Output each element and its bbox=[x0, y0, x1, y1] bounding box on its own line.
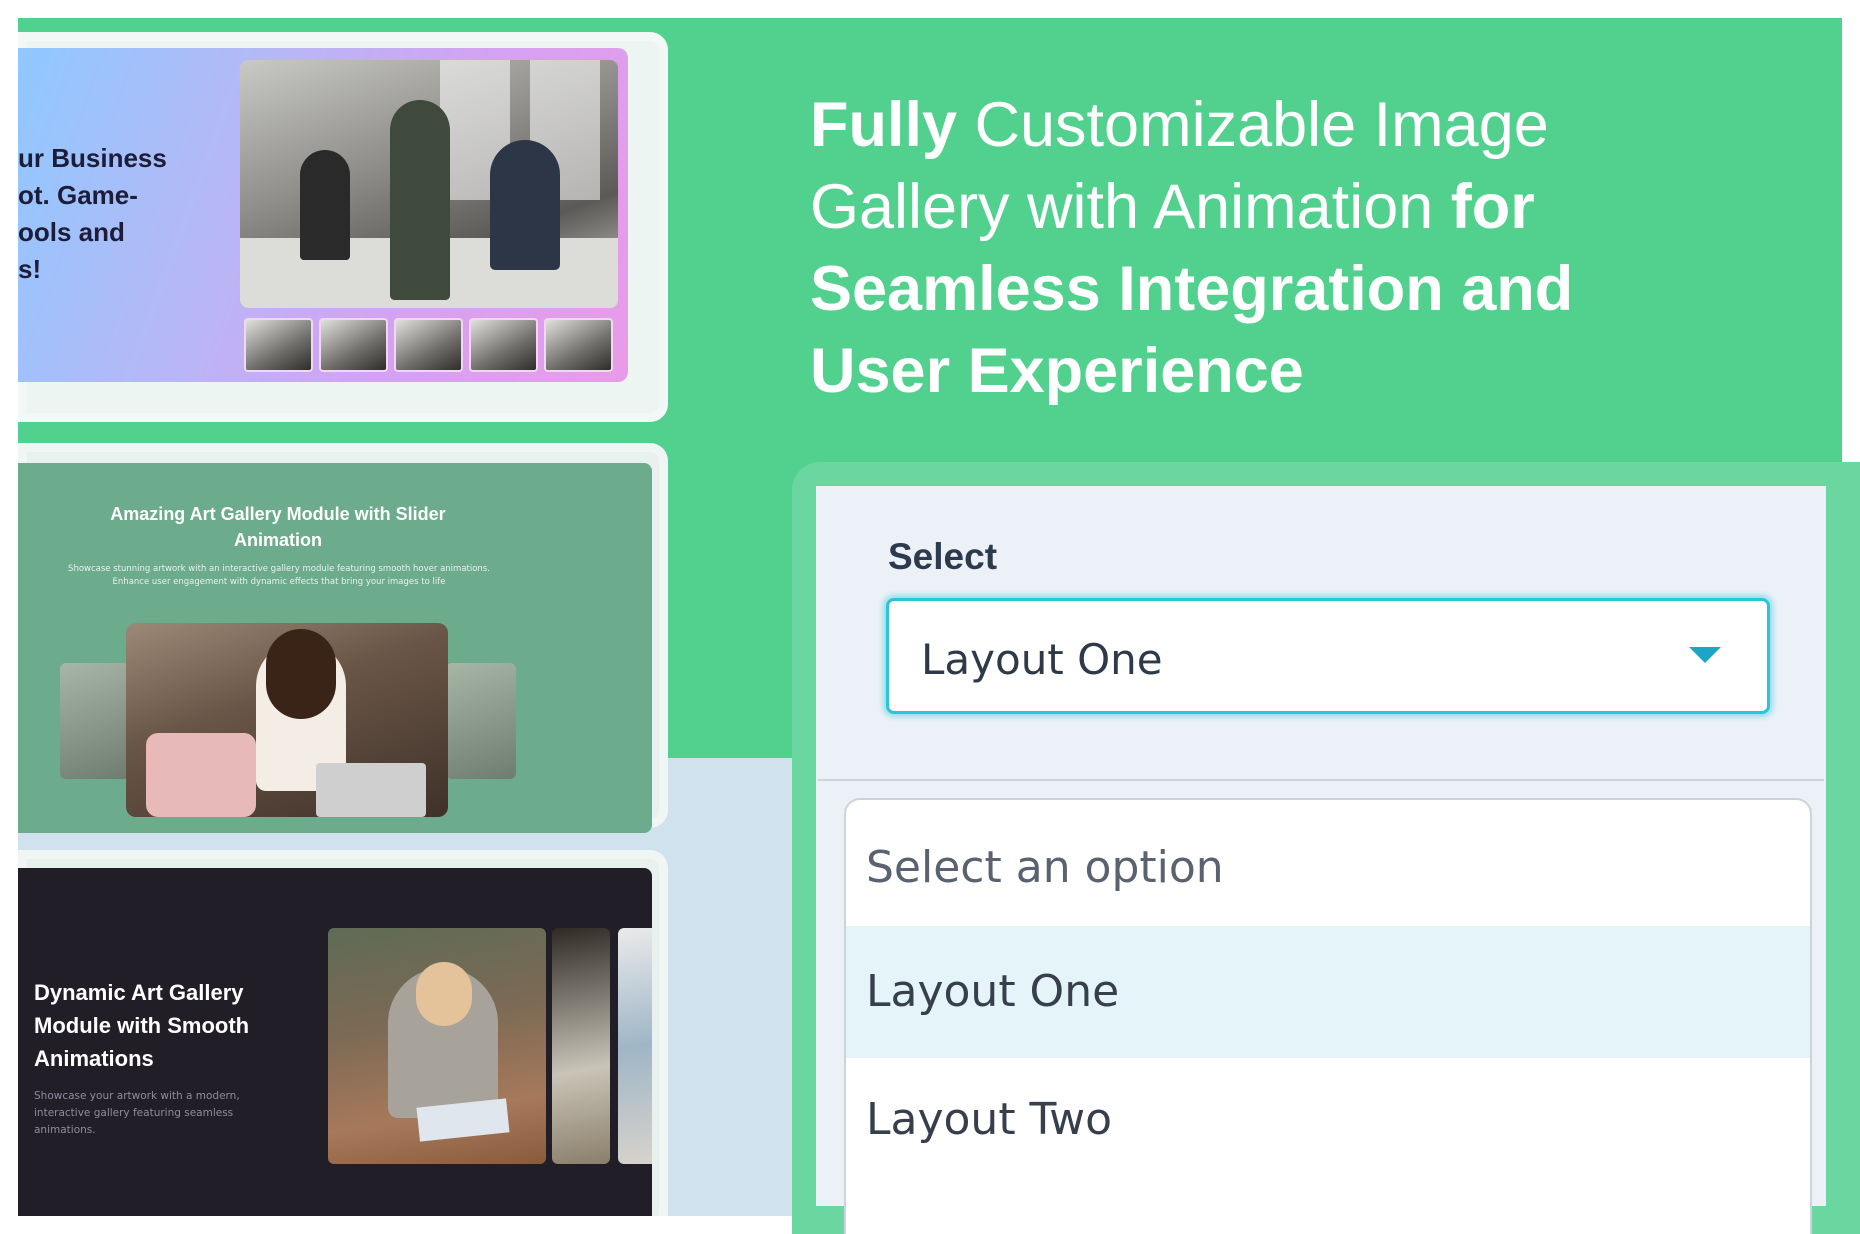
thumbnail-strip bbox=[244, 318, 613, 372]
gallery-strip bbox=[618, 928, 652, 1164]
thumbnail[interactable] bbox=[244, 318, 313, 372]
main-headline: Fully Customizable Image Gallery with An… bbox=[810, 84, 1630, 412]
business-preview-panel: ur Business ot. Game- ools and s! bbox=[18, 48, 628, 382]
slider-preview-panel: Amazing Art Gallery Module with Slider A… bbox=[18, 463, 652, 833]
thumbnail[interactable] bbox=[319, 318, 388, 372]
woman-hero-image bbox=[126, 623, 448, 817]
thumbnail[interactable] bbox=[394, 318, 463, 372]
caret-down-icon[interactable] bbox=[1689, 647, 1721, 663]
office-hero-image bbox=[240, 60, 618, 308]
hair-shape bbox=[266, 629, 336, 719]
person-shape bbox=[300, 150, 350, 260]
dynamic-preview-panel: Dynamic Art Gallery Module with Smooth A… bbox=[18, 868, 652, 1216]
head-shape bbox=[416, 962, 472, 1026]
side-slide-left bbox=[60, 663, 130, 779]
side-slide-right bbox=[446, 663, 516, 779]
laptop-shape bbox=[316, 763, 426, 817]
select-label: Select bbox=[888, 536, 998, 577]
slider-subtitle: Showcase stunning artwork with an intera… bbox=[68, 564, 490, 587]
option-label: Layout Two bbox=[866, 1094, 1113, 1145]
pillow-shape bbox=[146, 733, 256, 817]
gallery-strip bbox=[552, 928, 610, 1164]
headline-bold-1: Fully bbox=[810, 90, 958, 160]
thumbnail[interactable] bbox=[544, 318, 613, 372]
writing-hero-image bbox=[328, 928, 546, 1164]
dynamic-title: Dynamic Art Gallery Module with Smooth A… bbox=[34, 980, 250, 1071]
option-layout-two[interactable]: Layout Two bbox=[846, 1058, 1810, 1216]
dynamic-subtitle: Showcase your artwork with a modern, int… bbox=[34, 1090, 240, 1136]
thumbnail[interactable] bbox=[469, 318, 538, 372]
layout-select[interactable]: Layout One bbox=[886, 598, 1770, 714]
divider bbox=[818, 779, 1824, 781]
slider-title: Amazing Art Gallery Module with Slider A… bbox=[110, 504, 446, 550]
option-label: Select an option bbox=[866, 842, 1224, 893]
person-shape bbox=[390, 100, 450, 300]
business-headline: ur Business ot. Game- ools and s! bbox=[18, 143, 167, 284]
option-label: Layout One bbox=[866, 966, 1120, 1017]
select-dropdown: Select an option Layout One Layout Two bbox=[844, 798, 1812, 1234]
select-value: Layout One bbox=[921, 635, 1163, 684]
person-shape bbox=[490, 140, 560, 270]
option-layout-one[interactable]: Layout One bbox=[846, 926, 1810, 1058]
